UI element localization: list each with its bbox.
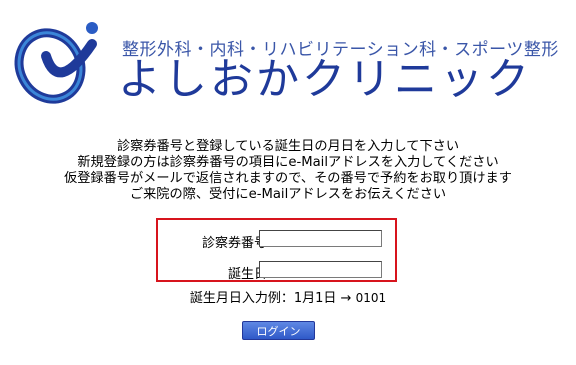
card-number-input[interactable] [259, 230, 382, 247]
instruction-line-3: 仮登録番号がメールで返信されますので、その番号で予約をお取り頂けます [64, 171, 512, 186]
instruction-line-4: ご来院の際、受付にe-Mailアドレスをお伝えください [129, 187, 447, 202]
instruction-line-1: 診察券番号と登録している誕生日の月日を入力して下さい [116, 139, 460, 154]
site-header: 整形外科・内科・リハビリテーション科・スポーツ整形 よしおかクリニック [0, 0, 576, 122]
login-button[interactable]: ログイン [242, 321, 315, 340]
example-value: 0101 [355, 291, 387, 305]
card-number-label: 診察券番号 [201, 236, 267, 251]
instruction-line-2: 新規登録の方は診察券番号の項目にe-Mailアドレスを入力してください [77, 155, 499, 170]
clinic-logo-icon [14, 22, 98, 104]
card-number-row: 診察券番号 [158, 229, 395, 251]
birthday-input[interactable] [259, 261, 382, 278]
example-text: 誕生月日入力例：1月1日 → [189, 291, 356, 306]
login-form: 診察券番号 誕生日 [156, 218, 397, 282]
clinic-name: よしおかクリニック [118, 55, 532, 105]
birthday-row: 誕生日 [158, 260, 395, 282]
instructions: 診察券番号と登録している誕生日の月日を入力して下さい 新規登録の方は診察券番号の… [0, 139, 576, 203]
birthday-example: 誕生月日入力例：1月1日 → 0101 [0, 287, 576, 306]
